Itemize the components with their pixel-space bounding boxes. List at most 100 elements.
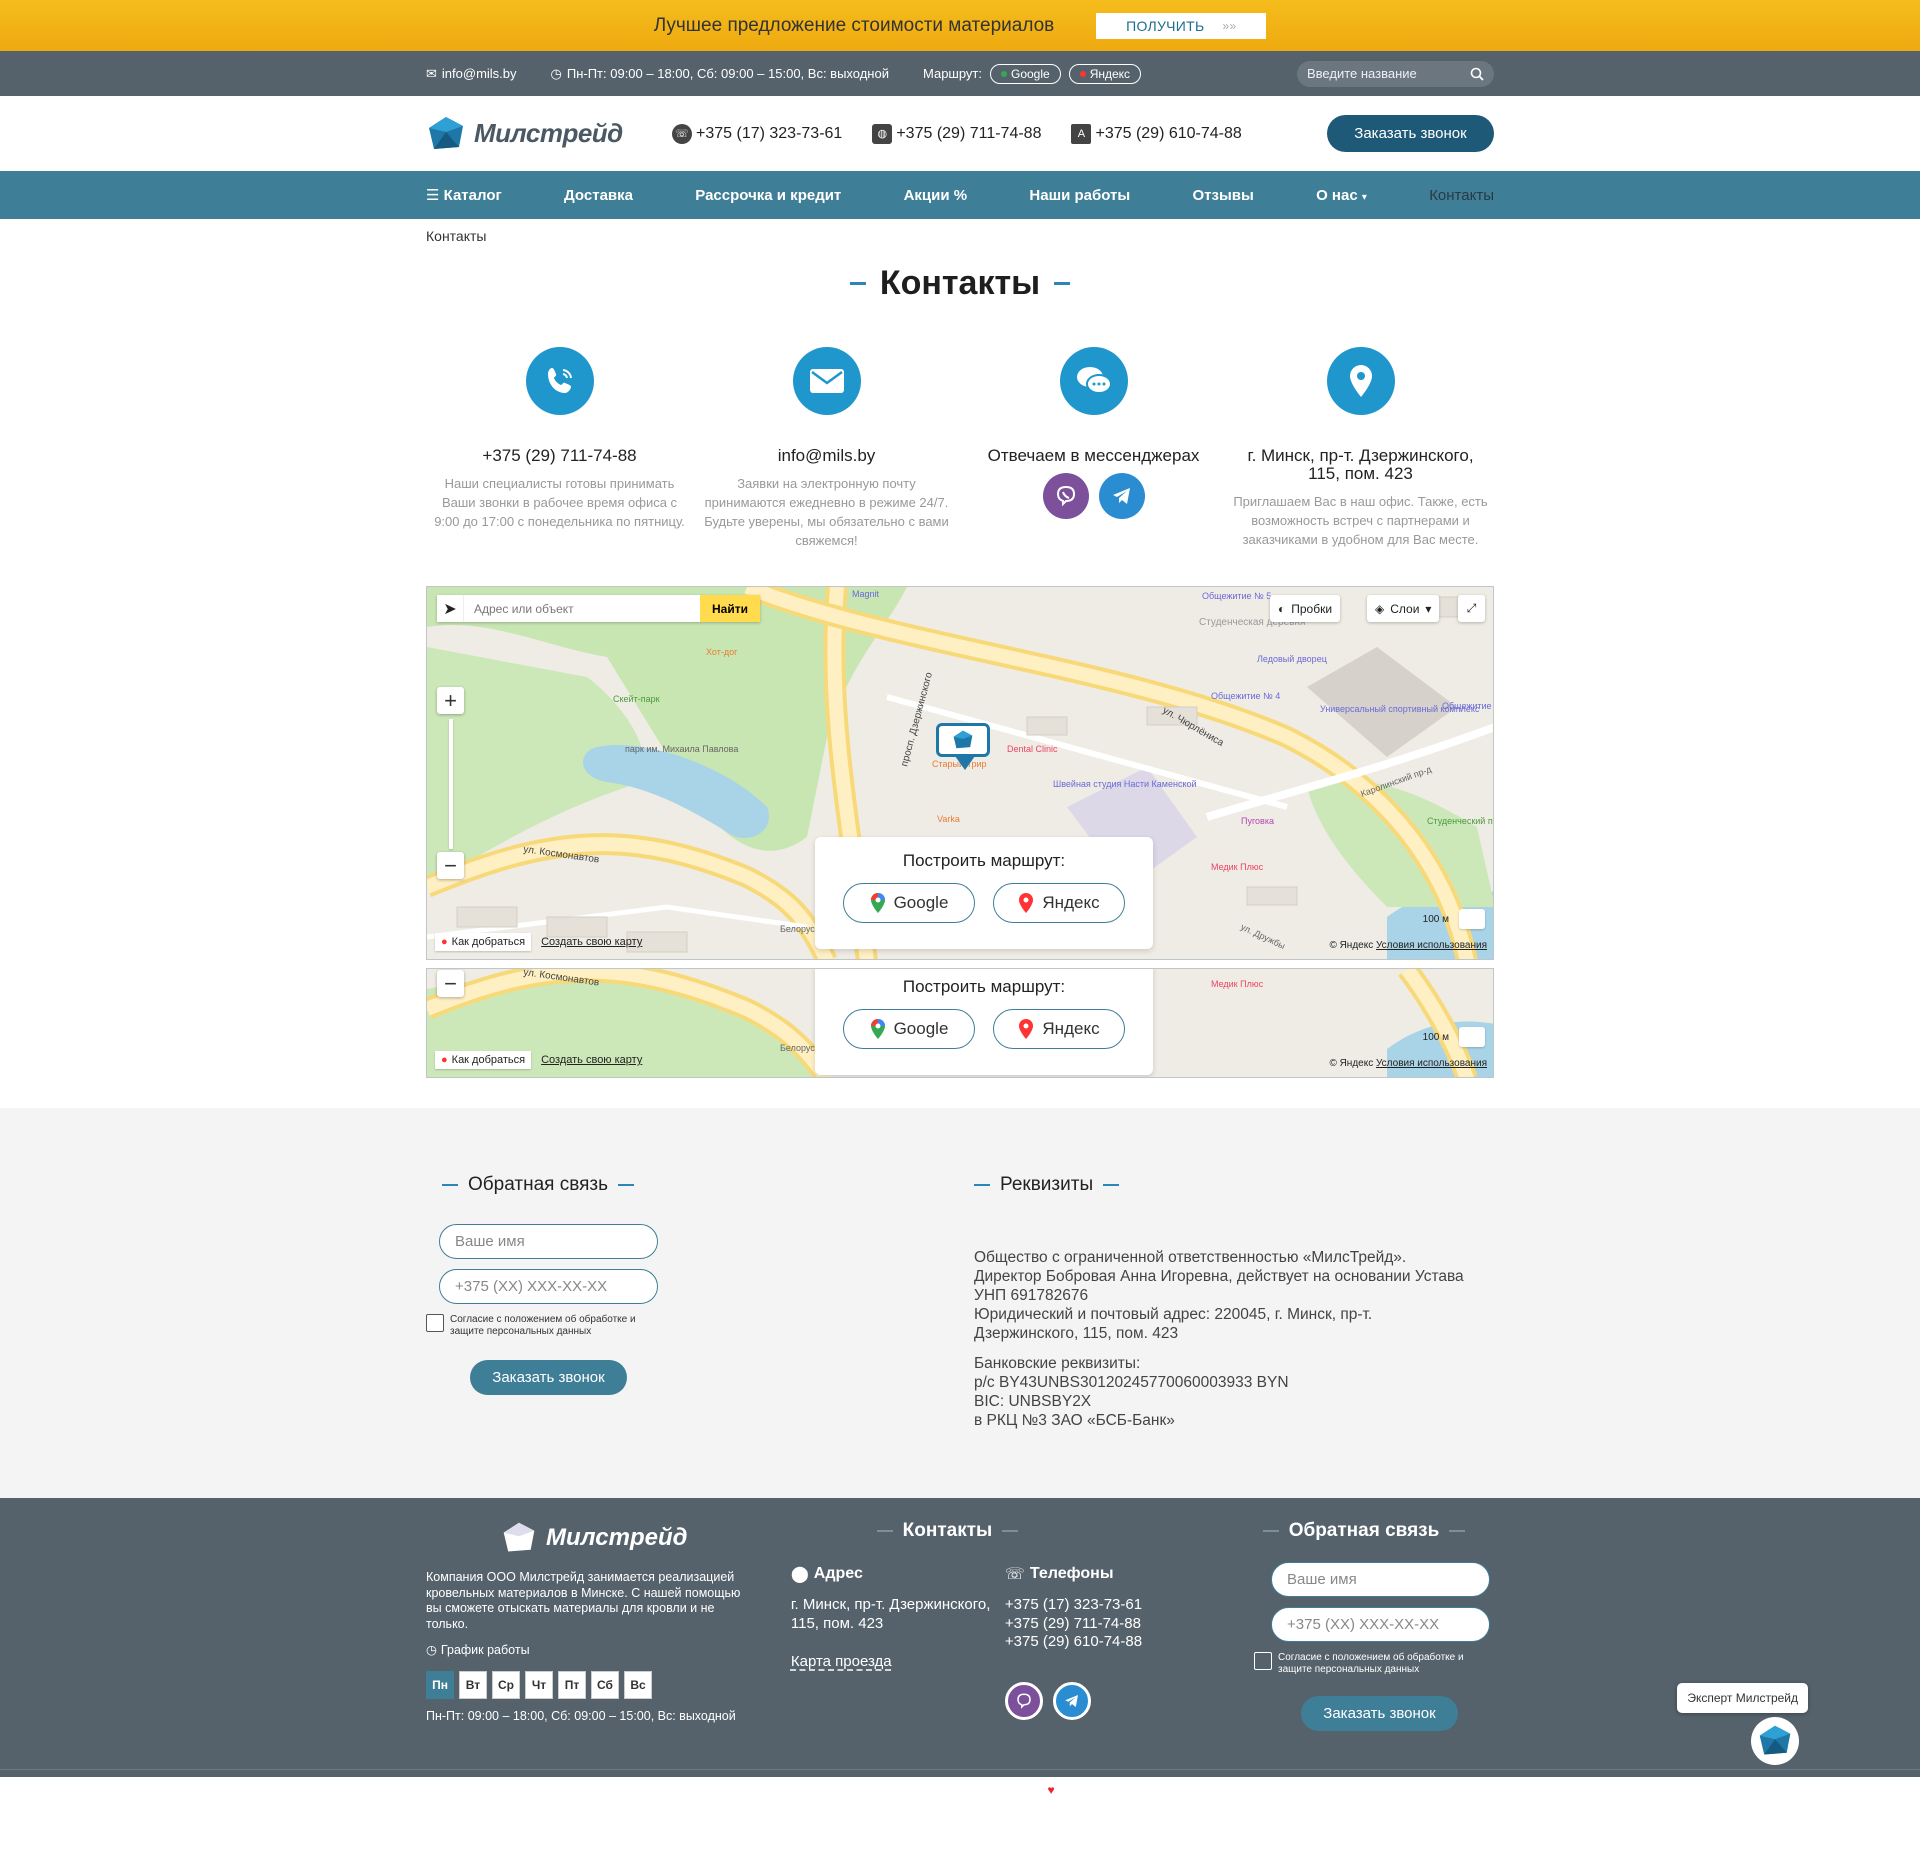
map-label: Студенческий парк [1427, 816, 1494, 826]
search-input[interactable]: Введите название [1297, 60, 1494, 87]
nav-contacts[interactable]: Контакты [1429, 187, 1494, 204]
map-label: Пуговка [1241, 816, 1274, 826]
footer-phone[interactable]: +375 (29) 711-74-88 [1005, 1615, 1142, 1634]
map-label: Dental Clinic [1007, 744, 1058, 754]
search-icon[interactable] [1470, 67, 1484, 81]
topbar-email[interactable]: ✉ info@mils.by [426, 66, 517, 82]
expert-chat-label[interactable]: Эксперт Милстрейд [1677, 1683, 1808, 1713]
phone-text: +375 (17) 323-73-61 [696, 124, 843, 142]
zoom-slider[interactable] [449, 719, 453, 849]
footer-phone[interactable]: +375 (29) 610-74-88 [1005, 1633, 1142, 1652]
name-input[interactable]: Ваше имя [439, 1224, 658, 1259]
nav-works[interactable]: Наши работы [1029, 187, 1130, 204]
route-yandex-button[interactable]: Яндекс [1068, 63, 1142, 84]
telegram-icon[interactable] [1052, 1681, 1091, 1720]
contact-card-title[interactable]: +375 (29) 711-74-88 [426, 447, 693, 465]
how-to-get-button[interactable]: ● Как добраться [435, 933, 532, 951]
logo[interactable]: Милстрейд [426, 114, 672, 154]
viber-icon[interactable] [1004, 1681, 1043, 1720]
contact-card-email: info@mils.by Заявки на электронную почту… [693, 347, 960, 550]
map-address-input[interactable]: Адрес или объект [464, 595, 700, 622]
contact-card-desc: Заявки на электронную почту принимаются … [704, 476, 949, 548]
header-phone-a1[interactable]: ◍ +375 (29) 711-74-88 [872, 123, 1041, 144]
map-terms-link[interactable]: Условия использования [1376, 1058, 1487, 1069]
nav-installment[interactable]: Рассрочка и кредит [695, 187, 841, 204]
telegram-icon[interactable] [1098, 473, 1145, 519]
fullscreen-icon[interactable]: ⤢ [1458, 595, 1485, 622]
footer-phone-input[interactable]: +375 (XX) XXX-XX-XX [1271, 1607, 1490, 1642]
footer-order-button[interactable]: Заказать звонок [1301, 1696, 1458, 1731]
viber-icon[interactable] [1042, 473, 1089, 519]
map-footer: ● Как добраться Создать свою карту [435, 933, 642, 951]
nav-about[interactable]: О нас ▾ [1316, 187, 1367, 204]
map-scale: 100 м [1423, 909, 1485, 929]
nav-catalog[interactable]: ☰ Каталог [426, 186, 502, 204]
footer-contacts-title-text: Контакты [902, 1520, 993, 1541]
route-google-label: Google [1011, 66, 1050, 81]
nav-reviews[interactable]: Отзывы [1192, 187, 1253, 204]
footer-hours: Пн-Пт: 09:00 – 18:00, Сб: 09:00 – 15:00,… [426, 1709, 736, 1723]
day-sun[interactable]: Вс [624, 1671, 652, 1699]
clock-icon: ◷ [426, 1643, 437, 1657]
route-yandex-button[interactable]: Яндекс [993, 1009, 1125, 1049]
made-by[interactable]: Сделано с ♥ в SILVERWEB [982, 1783, 1139, 1798]
title-dash [974, 1184, 990, 1186]
map-layers-button[interactable]: ◈ Слои ▾ [1367, 595, 1440, 622]
header-phone-mts[interactable]: A +375 (29) 610-74-88 [1071, 123, 1242, 144]
day-fri[interactable]: Пт [558, 1671, 586, 1699]
phone-icon: ☏ [1004, 1566, 1025, 1583]
route-google-button[interactable]: Google [843, 1009, 975, 1049]
create-map-link[interactable]: Создать свою карту [541, 1054, 642, 1066]
map-label: Хот-дог [706, 647, 738, 657]
map-find-button[interactable]: Найти [700, 595, 760, 622]
phone-input[interactable]: +375 (XX) XXX-XX-XX [439, 1269, 658, 1304]
yandex-map[interactable]: Хот-дог Скейт-парк парк им. Михаила Павл… [426, 586, 1494, 960]
contact-card-title[interactable]: info@mils.by [693, 447, 960, 465]
route-google-button[interactable]: Google [990, 63, 1061, 84]
route-panel: Построить маршрут: Google Яндекс [815, 837, 1153, 949]
route-google-button[interactable]: Google [843, 883, 975, 923]
zoom-out-button[interactable]: − [437, 970, 464, 997]
page-title-text: Контакты [879, 264, 1041, 302]
footer-about: Милстрейд Компания ООО Милстрейд занимае… [426, 1520, 791, 1731]
map-traffic-button[interactable]: ◐ Пробки [1270, 595, 1341, 622]
day-sat[interactable]: Сб [591, 1671, 619, 1699]
map-link[interactable]: Карта проезда [791, 1653, 1005, 1670]
footer-consent-checkbox[interactable] [1254, 1652, 1272, 1670]
breadcrumb[interactable]: Контакты [426, 219, 1494, 244]
footer-name-input[interactable]: Ваше имя [1271, 1562, 1490, 1597]
map-terms-link[interactable]: Условия использования [1376, 940, 1487, 951]
zoom-in-button[interactable]: + [437, 687, 464, 714]
day-thu[interactable]: Чт [525, 1671, 553, 1699]
route-yandex-button[interactable]: Яндекс [993, 883, 1125, 923]
yandex-map-repeat[interactable]: ул. Космонавтов Медик Плюс Белорус героя… [426, 968, 1494, 1078]
create-map-link[interactable]: Создать свою карту [541, 936, 642, 948]
route-panel-title: Построить маршрут: [902, 977, 1066, 996]
footer-phone[interactable]: +375 (17) 323-73-61 [1005, 1596, 1142, 1615]
nav-delivery[interactable]: Доставка [564, 187, 633, 204]
header-phone-city[interactable]: ☏ +375 (17) 323-73-61 [672, 123, 843, 144]
route-panel: Построить маршрут: Google Яндекс [815, 969, 1153, 1075]
location-icon: ⬤ [790, 1566, 809, 1583]
office-marker[interactable] [936, 723, 990, 770]
map-label: Швейная студия Насти Каменской [1053, 779, 1197, 789]
nav-promotions[interactable]: Акции % [904, 187, 968, 204]
promo-text: Лучшее предложение стоимости материалов [653, 14, 1055, 36]
map-label: Magnit [852, 589, 880, 599]
schedule-label-text: График работы [440, 1642, 530, 1657]
day-tue[interactable]: Вт [459, 1671, 487, 1699]
day-wed[interactable]: Ср [492, 1671, 520, 1699]
order-call-button[interactable]: Заказать звонок [1327, 115, 1494, 152]
requisites-line: Банковские реквизиты: [974, 1355, 1141, 1372]
day-mon[interactable]: Пн [426, 1671, 454, 1699]
how-to-get-button[interactable]: ● Как добраться [435, 1051, 532, 1069]
consent-checkbox[interactable] [426, 1314, 444, 1332]
zoom-out-button[interactable]: − [437, 852, 464, 879]
expert-chat-avatar[interactable] [1751, 1717, 1799, 1765]
ruler-icon[interactable] [1459, 909, 1485, 929]
feedback-submit-button[interactable]: Заказать звонок [470, 1360, 627, 1395]
footer-logo[interactable]: Милстрейд [500, 1520, 791, 1556]
ruler-icon[interactable] [1459, 1027, 1485, 1047]
geolocation-icon[interactable]: ➤ [437, 595, 464, 622]
promo-get-button[interactable]: ПОЛУЧИТЬ »» [1096, 12, 1267, 39]
